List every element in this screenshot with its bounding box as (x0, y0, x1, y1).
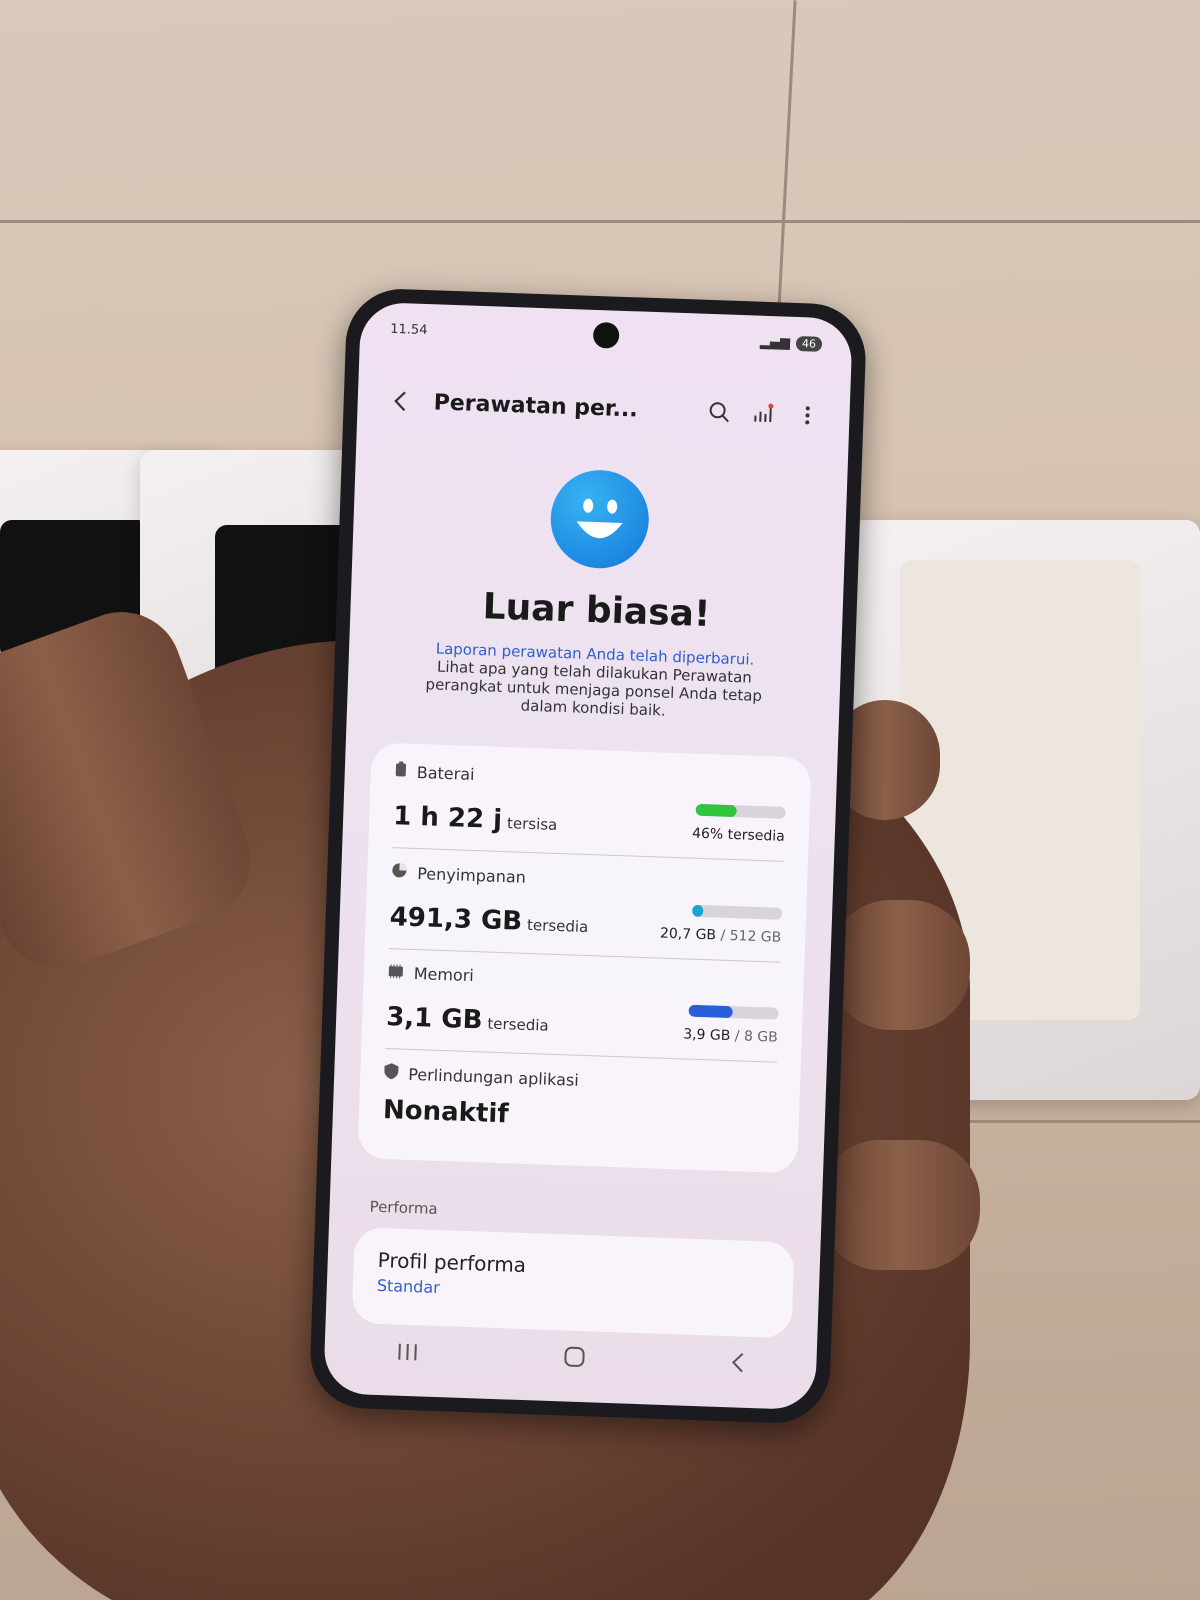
storage-item[interactable]: Penyimpanan 491,3 GB tersedia 20,7 GB / … (388, 848, 784, 963)
battery-icon (394, 761, 407, 781)
storage-label: Penyimpanan (416, 863, 527, 887)
finger (830, 900, 970, 1030)
performance-profile-card[interactable]: Profil performa Standar (351, 1227, 795, 1339)
battery-value: 1 h 22 j (392, 801, 503, 835)
memory-meter (688, 1004, 779, 1020)
status-time: 11.54 (390, 321, 428, 338)
app-protection-item[interactable]: Perlindungan aplikasi Nonaktif (382, 1049, 777, 1155)
storage-meter (691, 904, 783, 920)
battery-level: 46 (795, 335, 823, 352)
performance-section-label: Performa (369, 1197, 438, 1218)
signal-icon: ▂▄▆ (759, 334, 791, 351)
description: Laporan perawatan Anda telah diperbarui.… (418, 639, 770, 723)
memory-label: Memori (413, 963, 475, 986)
memory-meter-fill (688, 1004, 733, 1019)
status-right: ▂▄▆ 46 (759, 334, 823, 352)
headline: Luar biasa! (482, 586, 712, 636)
battery-meter-fill (695, 803, 738, 818)
status-card: Baterai 1 h 22 j tersisa 46% tersedia Pe… (357, 742, 812, 1174)
memory-suffix: tersedia (487, 1014, 549, 1035)
nav-back-icon[interactable] (729, 1351, 744, 1379)
battery-item[interactable]: Baterai 1 h 22 j tersisa 46% tersedia (392, 747, 788, 862)
memory-item[interactable]: Memori 3,1 GB tersedia 3,9 GB / 8 GB (385, 949, 781, 1063)
recents-icon[interactable] (396, 1341, 419, 1367)
toolbar: Perawatan per... (377, 380, 830, 436)
storage-meter-fill (691, 904, 704, 918)
storage-value: 491,3 GB (389, 902, 523, 937)
memory-icon (387, 963, 404, 983)
storage-used: 20,7 GB / 512 GB (659, 925, 782, 946)
battery-suffix: tersisa (506, 814, 558, 834)
battery-meter (695, 803, 786, 819)
memory-used: 3,9 GB / 8 GB (682, 1026, 779, 1046)
app-protection-label: Perlindungan aplikasi (407, 1064, 580, 1090)
home-icon[interactable] (563, 1345, 586, 1374)
battery-label: Baterai (416, 762, 475, 784)
floor-tile-line (0, 220, 1200, 223)
finger (820, 1140, 980, 1270)
phone: 11.54 ▂▄▆ 46 Perawatan per... Luar biasa… (308, 287, 868, 1425)
page-title: Perawatan per... (433, 389, 639, 422)
description-text: Lihat apa yang telah dilakukan Perawatan… (425, 657, 763, 720)
app-protection-value: Nonaktif (382, 1095, 510, 1130)
more-icon[interactable] (785, 395, 830, 437)
search-icon[interactable] (697, 392, 742, 434)
stats-icon[interactable] (741, 393, 786, 435)
phone-screen: 11.54 ▂▄▆ 46 Perawatan per... Luar biasa… (323, 301, 853, 1411)
storage-icon (391, 862, 408, 883)
storage-suffix: tersedia (526, 915, 589, 937)
back-icon[interactable] (377, 380, 422, 422)
navigation-bar (324, 1331, 817, 1388)
memory-value: 3,1 GB (385, 1002, 484, 1036)
shield-icon (384, 1063, 399, 1083)
hero: Luar biasa! Laporan perawatan Anda telah… (347, 462, 847, 726)
battery-available: 46% tersedia (691, 825, 786, 845)
smiley-icon (549, 468, 651, 570)
